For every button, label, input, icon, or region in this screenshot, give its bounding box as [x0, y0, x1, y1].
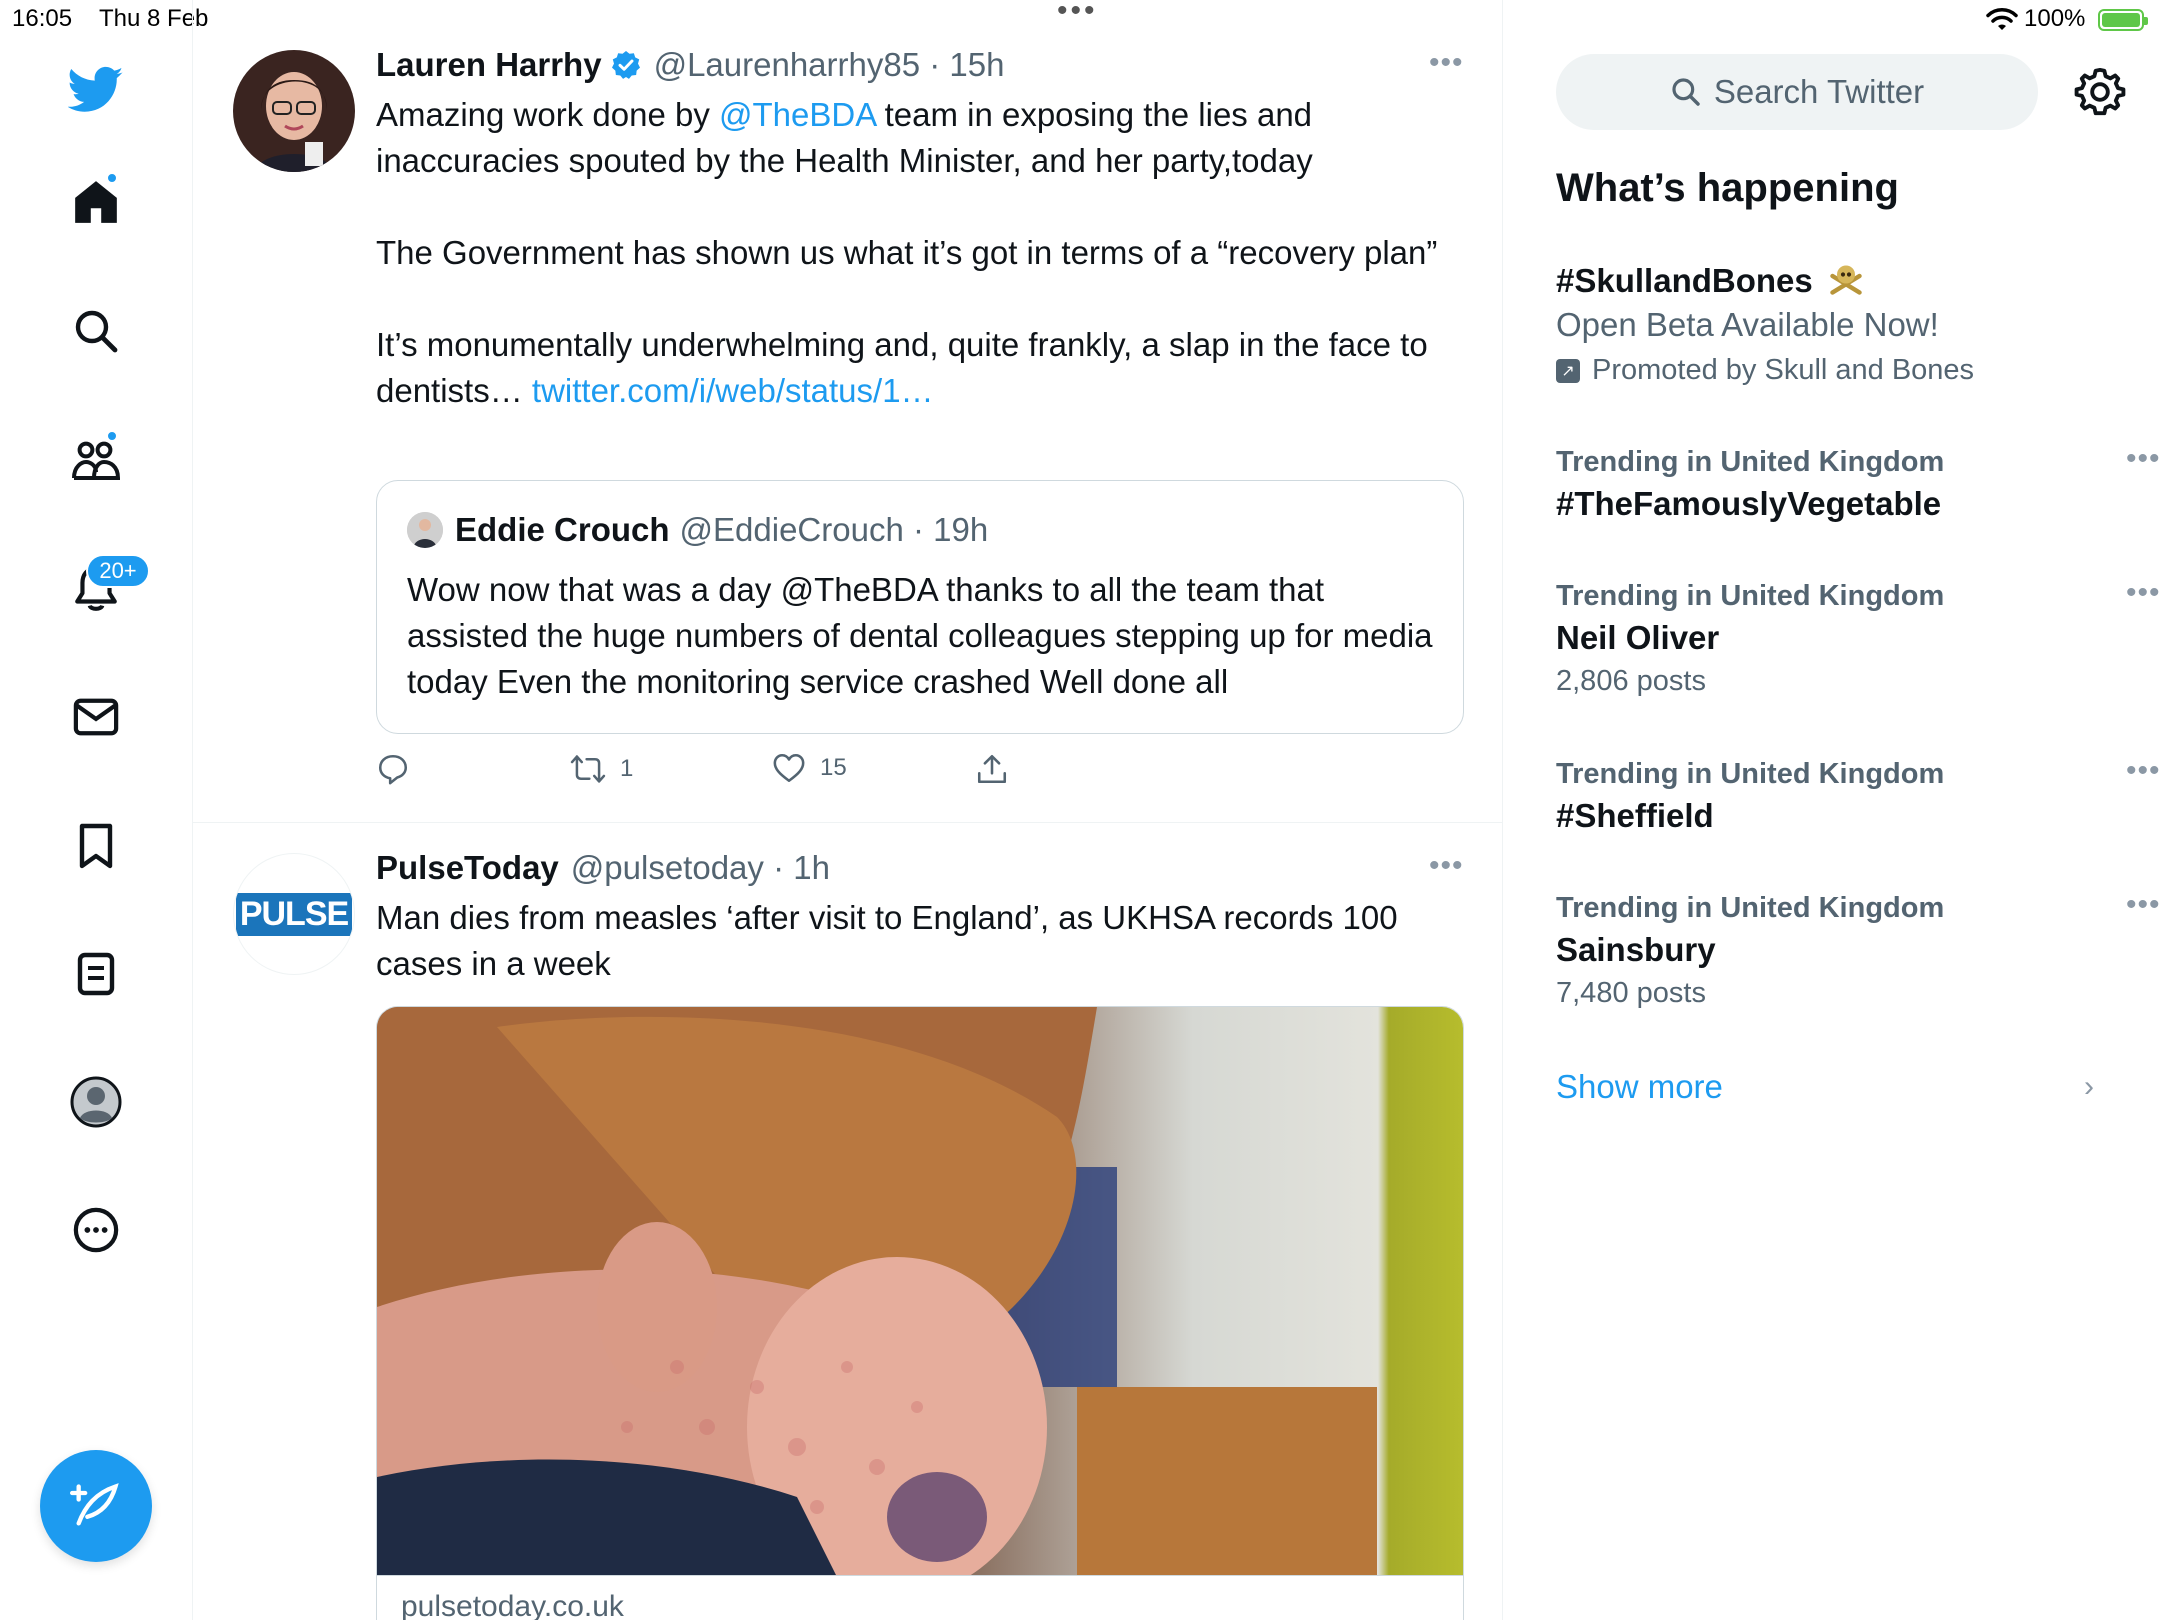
tweet-image[interactable] — [376, 1006, 1464, 1576]
like-button[interactable]: 15 — [772, 752, 847, 784]
home-icon[interactable] — [60, 166, 132, 238]
trend-item[interactable]: Trending in United Kingdom Neil Oliver 2… — [1556, 576, 2160, 698]
trend-context: Trending in United Kingdom — [1556, 892, 1945, 924]
compose-tweet-button[interactable] — [40, 1450, 152, 1562]
tweet-author-handle[interactable]: @pulsetoday · 1h — [571, 849, 830, 887]
trend-name: Neil Oliver — [1556, 619, 1720, 656]
status-link[interactable]: twitter.com/i/web/status/1… — [532, 372, 934, 409]
whats-happening-title: What’s happening — [1556, 166, 1899, 210]
trend-name: #Sheffield — [1556, 797, 1714, 834]
trend-post-count: 7,480 posts — [1556, 977, 1706, 1009]
notifications-badge: 20+ — [86, 554, 150, 588]
trend-context: Trending in United Kingdom — [1556, 446, 1945, 478]
retweet-icon — [570, 755, 606, 783]
tweet-actions: 1 15 — [376, 752, 1076, 792]
heart-icon — [773, 753, 805, 783]
show-more-link[interactable]: Show more — [1556, 1068, 1723, 1106]
promoted-trend-desc: Open Beta Available Now! — [1556, 306, 1939, 343]
tweet-author-name[interactable]: PulseToday — [376, 849, 559, 887]
mail-icon[interactable] — [60, 681, 132, 753]
promoted-trend-name: #SkullandBones — [1556, 262, 1813, 299]
more-options-icon[interactable]: ••• — [1429, 849, 1464, 883]
search-placeholder: Search Twitter — [1713, 73, 1925, 110]
share-button[interactable] — [976, 752, 1022, 786]
retweet-button[interactable]: 1 — [570, 752, 633, 786]
timeline: Lauren Harrhy @Laurenharrhy85 · 15h ••• … — [193, 0, 1503, 1620]
more-options-icon[interactable]: ••• — [2126, 576, 2160, 610]
verified-badge-icon — [611, 51, 640, 79]
tweet-text-paragraph: The Government has shown us what it’s go… — [376, 234, 1438, 271]
more-options-icon[interactable]: ••• — [1429, 46, 1464, 80]
more-options-icon[interactable]: ••• — [2126, 442, 2160, 476]
more-options-icon[interactable]: ••• — [2126, 888, 2160, 922]
trend-context: Trending in United Kingdom — [1556, 580, 1945, 612]
tweet-text: Amazing work done by @TheBDA team in exp… — [376, 92, 1456, 414]
reply-icon — [378, 754, 408, 785]
retweet-count: 1 — [620, 755, 634, 782]
trend-item[interactable]: Trending in United Kingdom Sainsbury 7,4… — [1556, 888, 2160, 1010]
trend-item[interactable]: Trending in United Kingdom #Sheffield ••… — [1556, 754, 2160, 835]
reply-button[interactable] — [376, 752, 424, 786]
promoted-icon: ↗ — [1556, 358, 1580, 383]
search-icon[interactable] — [60, 295, 132, 367]
like-count: 15 — [820, 754, 847, 781]
search-icon — [1672, 78, 1700, 106]
profile-icon[interactable] — [60, 1066, 132, 1138]
tweet-text: Man dies from measles ‘after visit to En… — [376, 899, 1398, 982]
promoted-trend[interactable]: #SkullandBones Open Beta Available Now! … — [1556, 262, 2116, 387]
communities-icon[interactable] — [60, 424, 132, 496]
promoted-by-label: Promoted by Skull and Bones — [1592, 354, 1975, 386]
feather-plus-icon — [70, 1483, 119, 1526]
share-icon — [977, 754, 1007, 784]
tweet-author-handle[interactable]: @Laurenharrhy85 · 15h — [654, 46, 1005, 84]
quoted-tweet-text: Wow now that was a day @TheBDA thanks to… — [407, 571, 1433, 700]
quoted-author-name: Eddie Crouch — [455, 511, 670, 548]
search-input[interactable]: Search Twitter — [1556, 54, 2038, 130]
avatar — [407, 512, 443, 548]
tweet[interactable]: Lauren Harrhy @Laurenharrhy85 · 15h ••• … — [193, 0, 1503, 822]
sidebar-nav: 20+ — [0, 0, 193, 1620]
quoted-author-handle: @EddieCrouch · 19h — [679, 511, 989, 548]
trend-name: Sainsbury — [1556, 931, 1716, 968]
tweet-text-segment: Amazing work done by — [376, 96, 720, 133]
promoted-by: ↗ Promoted by Skull and Bones — [1556, 354, 2116, 387]
link-card-footer[interactable]: pulsetoday.co.uk — [376, 1576, 1464, 1620]
bookmark-icon[interactable] — [60, 810, 132, 882]
trend-item[interactable]: Trending in United Kingdom #TheFamouslyV… — [1556, 442, 2160, 523]
chevron-right-icon[interactable]: › — [2084, 1070, 2094, 1104]
more-options-icon[interactable]: ••• — [2126, 754, 2160, 788]
gear-icon[interactable] — [2074, 66, 2126, 118]
trend-post-count: 2,806 posts — [1556, 665, 1706, 697]
twitter-logo-icon[interactable] — [60, 54, 132, 126]
tweet-author-name[interactable]: Lauren Harrhy — [376, 46, 602, 84]
lists-icon[interactable] — [60, 938, 132, 1010]
avatar[interactable]: PULSE — [233, 853, 355, 975]
quoted-tweet[interactable]: Eddie Crouch @EddieCrouch · 19h Wow now … — [376, 480, 1464, 734]
avatar[interactable] — [233, 50, 355, 172]
right-sidebar: Search Twitter What’s happening #Skullan… — [1504, 0, 2160, 1620]
more-circle-icon[interactable] — [60, 1194, 132, 1266]
trend-name: #TheFamouslyVegetable — [1556, 485, 1942, 522]
card-domain: pulsetoday.co.uk — [401, 1590, 624, 1620]
mention-link[interactable]: @TheBDA — [719, 96, 875, 133]
skull-crossbones-icon — [1830, 265, 1862, 295]
pulse-logo: PULSE — [235, 892, 353, 936]
trend-context: Trending in United Kingdom — [1556, 758, 1945, 790]
